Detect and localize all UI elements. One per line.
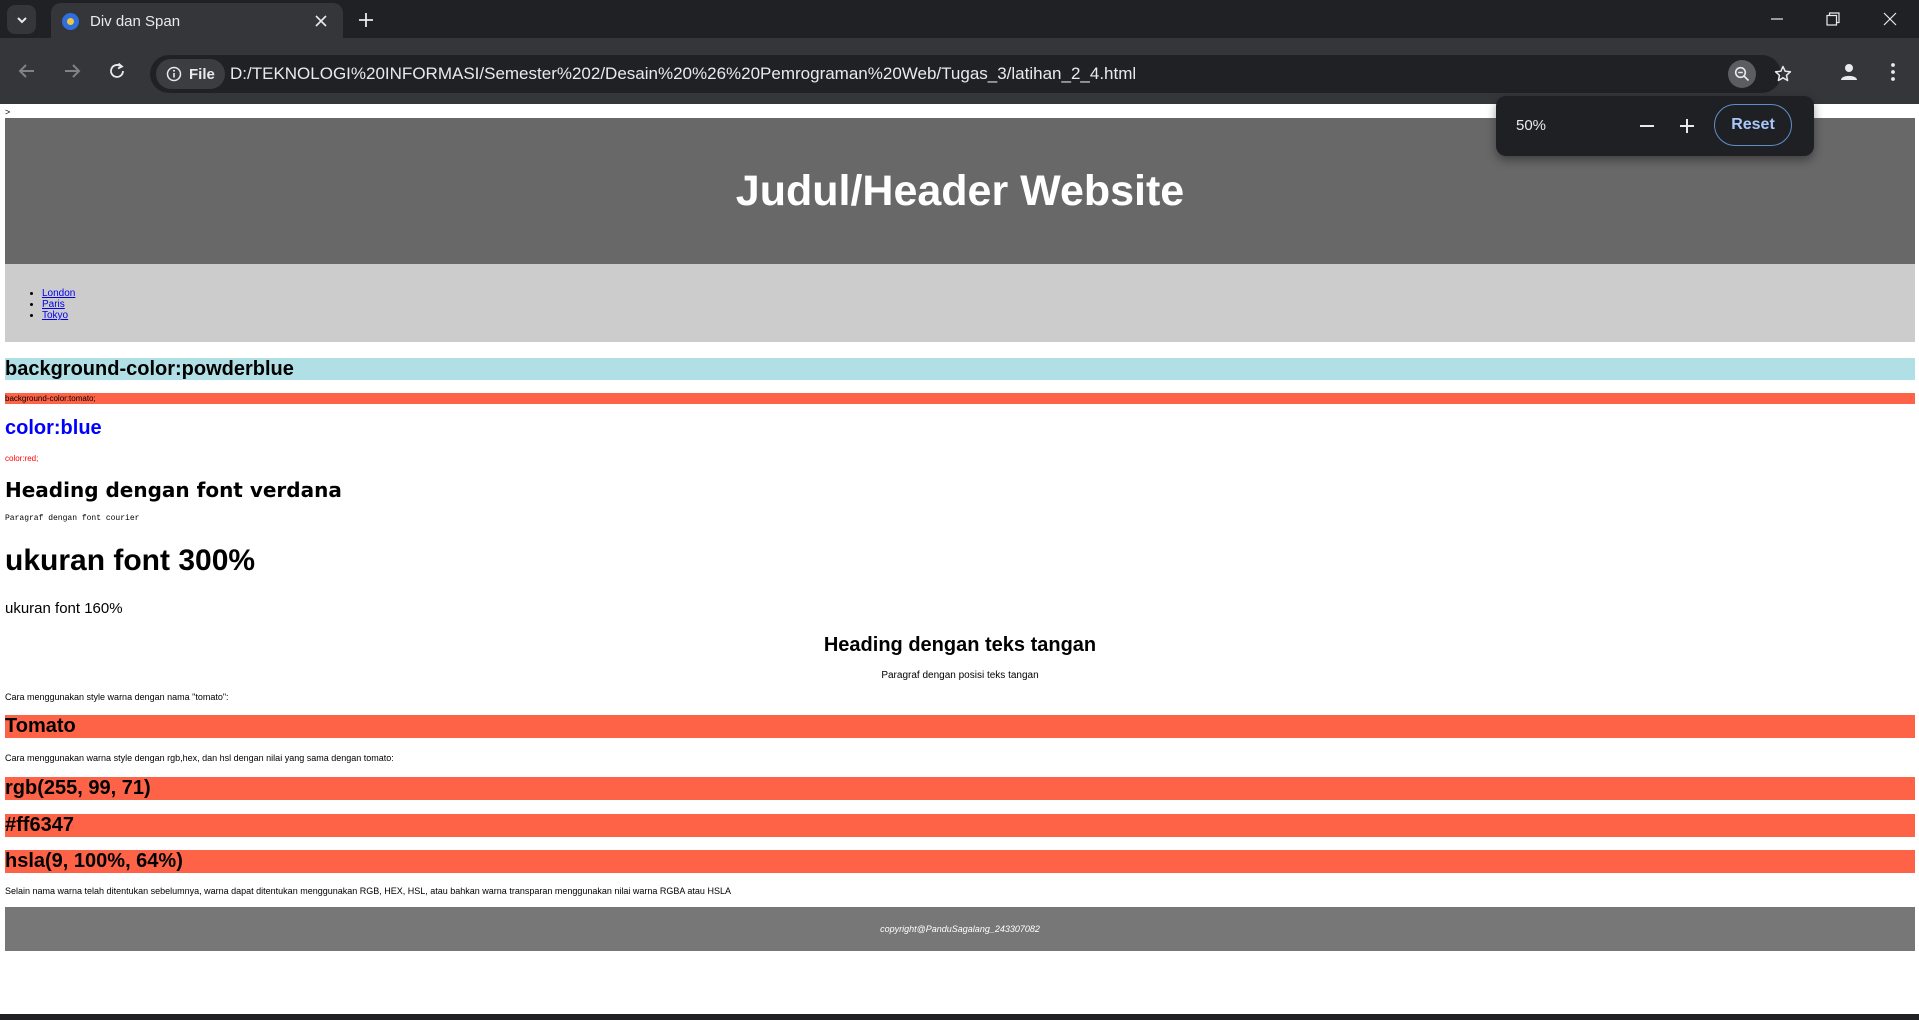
restore-icon bbox=[1826, 12, 1840, 26]
minus-icon bbox=[1640, 125, 1654, 127]
arrow-right-icon bbox=[65, 64, 81, 78]
tab-strip: Div dan Span bbox=[0, 0, 1919, 39]
tomato-name-heading: Tomato bbox=[5, 715, 1915, 738]
zoom-in-button[interactable] bbox=[1672, 111, 1702, 141]
plus-icon bbox=[359, 13, 373, 27]
powderblue-heading: background-color:powderblue bbox=[5, 358, 1915, 380]
courier-paragraph: Paragraf dengan font courier bbox=[5, 514, 140, 523]
verdana-heading: Heading dengan font verdana bbox=[5, 478, 342, 502]
reload-button[interactable] bbox=[102, 56, 132, 86]
tab-title: Div dan Span bbox=[90, 13, 181, 30]
zoom-reset-button[interactable]: Reset bbox=[1714, 104, 1792, 146]
zoom-out-button[interactable] bbox=[1632, 111, 1662, 141]
header-title: Judul/Header Website bbox=[735, 166, 1185, 215]
closing-paragraph: Selain nama warna telah ditentukan sebel… bbox=[5, 886, 731, 896]
close-window-button[interactable] bbox=[1862, 0, 1918, 38]
browser-menu-button[interactable] bbox=[1878, 55, 1908, 89]
bookmark-button[interactable] bbox=[1769, 60, 1797, 88]
nav-link-paris[interactable]: Paris bbox=[42, 299, 65, 310]
hex-heading: #ff6347 bbox=[5, 814, 1915, 837]
arrow-left-icon bbox=[18, 64, 34, 78]
blue-heading: color:blue bbox=[5, 417, 102, 439]
hsla-heading: hsla(9, 100%, 64%) bbox=[5, 850, 1915, 873]
star-icon bbox=[1774, 65, 1792, 82]
tab-search-button[interactable] bbox=[7, 5, 36, 34]
red-paragraph: color:red; bbox=[5, 454, 39, 463]
nav-menu: London Paris Tokyo bbox=[5, 264, 1915, 342]
zoom-out-icon bbox=[1734, 66, 1750, 82]
stray-text: > bbox=[5, 107, 11, 117]
nav-list: London Paris Tokyo bbox=[42, 288, 75, 321]
favicon-icon bbox=[62, 13, 79, 30]
chevron-down-icon bbox=[16, 16, 27, 23]
back-button[interactable] bbox=[12, 56, 42, 86]
restore-button[interactable] bbox=[1805, 0, 1861, 38]
font-160-paragraph: ukuran font 160% bbox=[5, 600, 123, 617]
minimize-button[interactable] bbox=[1749, 0, 1805, 38]
new-tab-button[interactable] bbox=[352, 6, 380, 34]
page-footer: copyright@PanduSagalang_243307082 bbox=[5, 907, 1915, 951]
more-vert-icon bbox=[1891, 63, 1895, 81]
plus-icon bbox=[1680, 119, 1694, 133]
address-bar[interactable]: File D:/TEKNOLOGI%20INFORMASI/Semester%2… bbox=[150, 55, 1792, 93]
tomato-paragraph: background-color:tomato; bbox=[5, 393, 1915, 404]
nav-item-tokyo: Tokyo bbox=[42, 310, 75, 321]
center-paragraph: Paragraf dengan posisi teks tangan bbox=[881, 670, 1039, 681]
profile-icon bbox=[1841, 64, 1857, 80]
nav-item-paris: Paris bbox=[42, 299, 75, 310]
tab-active[interactable]: Div dan Span bbox=[51, 3, 343, 39]
close-icon bbox=[315, 15, 327, 27]
tomato-intro-text: Cara menggunakan style warna dengan nama… bbox=[5, 692, 229, 702]
nav-link-london[interactable]: London bbox=[42, 288, 75, 299]
info-icon bbox=[166, 66, 182, 82]
zoom-level-text: 50% bbox=[1516, 117, 1547, 134]
forward-button[interactable] bbox=[57, 56, 87, 86]
taskbar-edge bbox=[0, 1014, 1919, 1020]
reload-icon bbox=[110, 62, 124, 78]
close-icon bbox=[1883, 12, 1897, 26]
url-text[interactable]: D:/TEKNOLOGI%20INFORMASI/Semester%202/De… bbox=[230, 64, 1136, 84]
center-heading: Heading dengan teks tangan bbox=[823, 634, 1097, 656]
minimize-icon bbox=[1771, 18, 1783, 20]
browser-toolbar: File D:/TEKNOLOGI%20INFORMASI/Semester%2… bbox=[0, 38, 1919, 104]
rgb-heading: rgb(255, 99, 71) bbox=[5, 777, 1915, 800]
nav-link-tokyo[interactable]: Tokyo bbox=[42, 310, 68, 321]
tab-close-button[interactable] bbox=[311, 11, 331, 31]
site-info-button[interactable]: File bbox=[156, 59, 225, 89]
nav-item-london: London bbox=[42, 288, 75, 299]
site-info-label: File bbox=[189, 65, 215, 83]
variants-intro-text: Cara menggunakan warna style dengan rgb,… bbox=[5, 753, 394, 763]
font-300-heading: ukuran font 300% bbox=[5, 544, 256, 577]
profile-button[interactable] bbox=[1832, 55, 1866, 89]
zoom-popup: 50% Reset bbox=[1496, 96, 1814, 156]
web-page: > Judul/Header Website London Paris Toky… bbox=[0, 104, 1919, 1014]
footer-text: copyright@PanduSagalang_243307082 bbox=[880, 924, 1040, 934]
zoom-indicator-button[interactable] bbox=[1728, 60, 1756, 88]
